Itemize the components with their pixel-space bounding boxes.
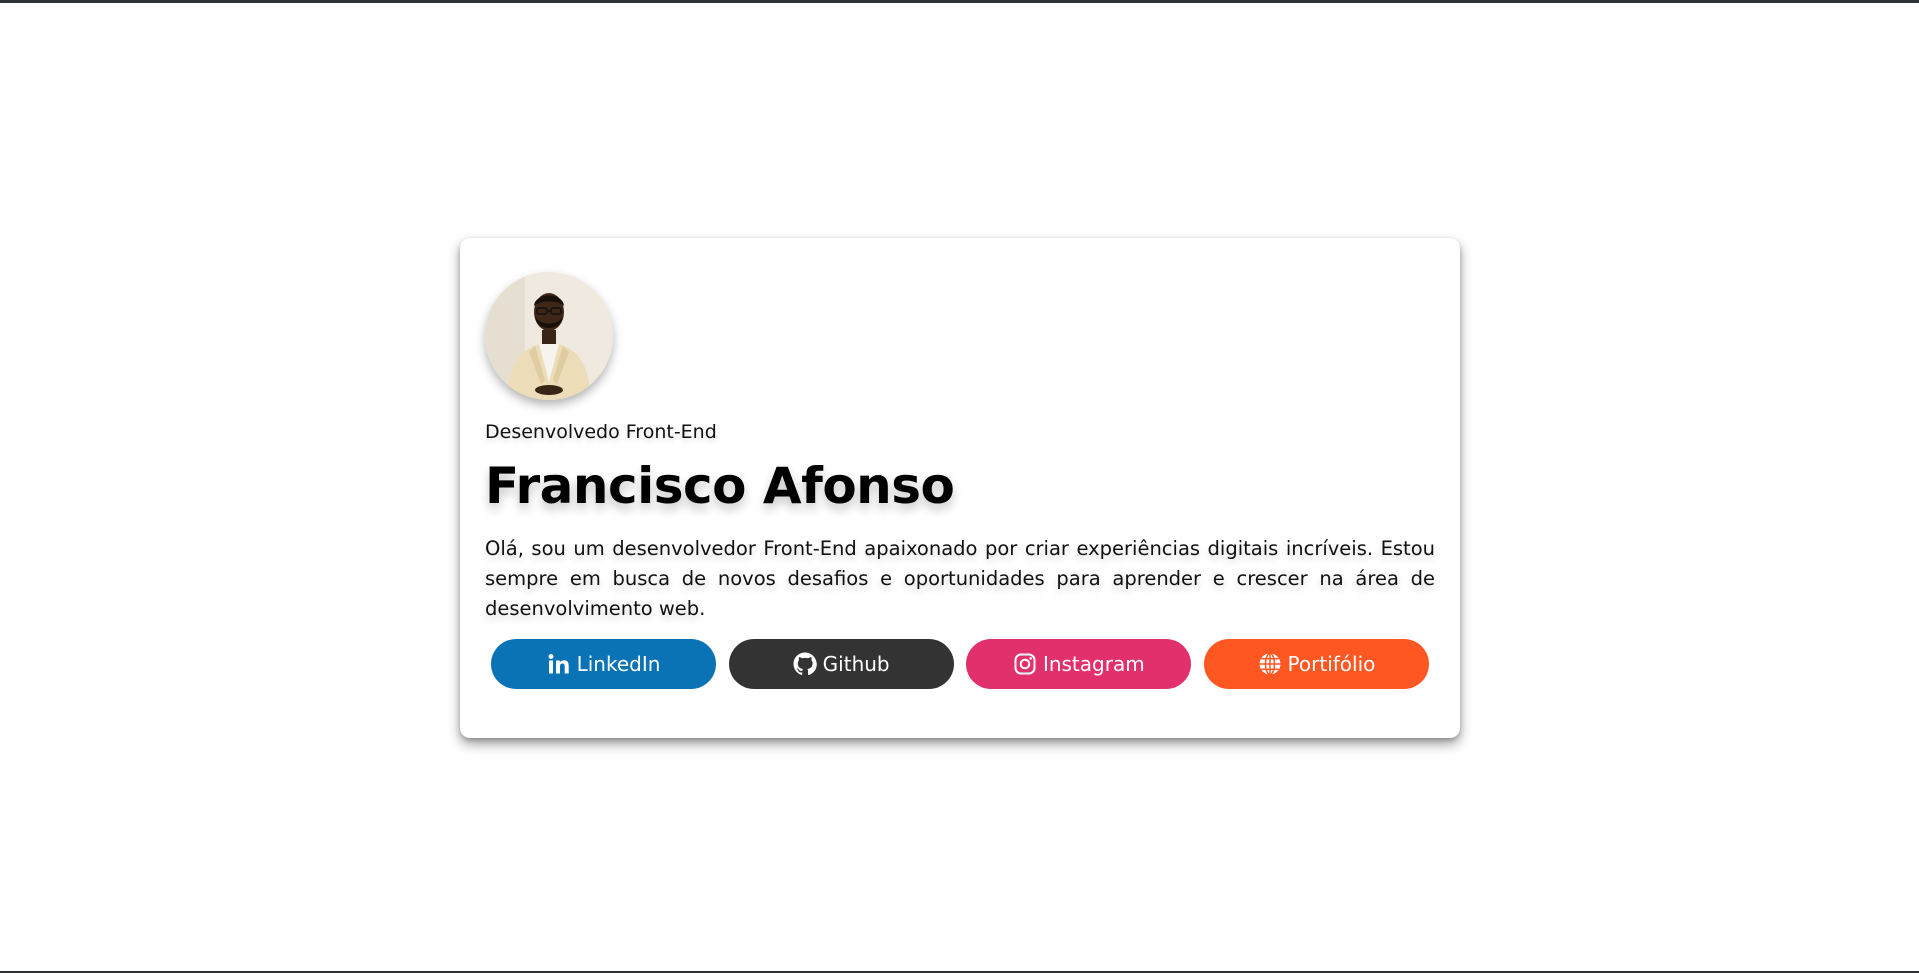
profile-role: Desenvolvedo Front-End [485, 421, 717, 443]
linkedin-button[interactable]: LinkedIn [491, 639, 716, 689]
github-label: Github [822, 652, 890, 676]
instagram-button[interactable]: Instagram [966, 639, 1192, 689]
instagram-icon [1013, 652, 1037, 676]
window-top-border [0, 0, 1919, 3]
linkedin-icon [547, 652, 571, 676]
portfolio-label: Portifólio [1287, 652, 1376, 676]
profile-name: Francisco Afonso [485, 457, 955, 515]
avatar [485, 272, 613, 400]
profile-card: Desenvolvedo Front-End Francisco Afonso … [460, 238, 1460, 738]
linkedin-label: LinkedIn [576, 652, 661, 676]
profile-bio: Olá, sou um desenvolvedor Front-End apai… [485, 537, 1435, 620]
instagram-label: Instagram [1042, 652, 1145, 676]
social-links: LinkedIn Github Instagram Portifólio [485, 639, 1435, 689]
github-button[interactable]: Github [728, 639, 954, 689]
github-icon [793, 652, 817, 676]
globe-icon [1258, 652, 1282, 676]
portfolio-button[interactable]: Portifólio [1203, 639, 1429, 689]
